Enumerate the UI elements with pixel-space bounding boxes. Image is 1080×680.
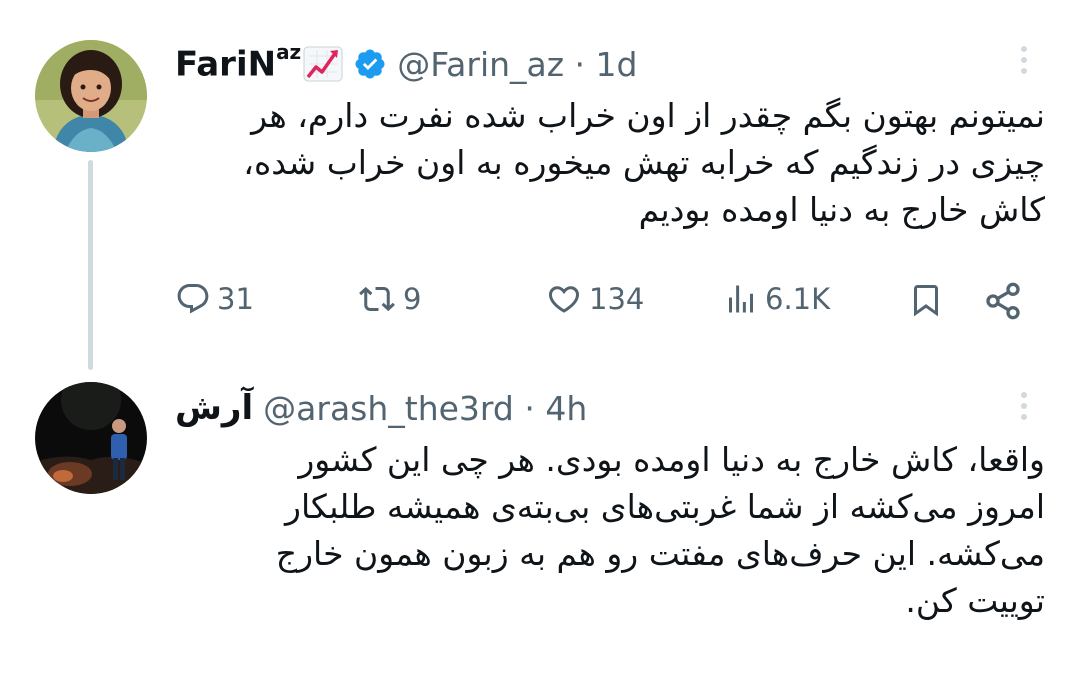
reply-icon	[175, 281, 211, 317]
tweet2-text: واقعا، کاش خارج به دنیا اومده بودی. هر چ…	[275, 440, 1045, 620]
avatar-arash[interactable]	[35, 382, 147, 494]
views-icon	[723, 281, 759, 317]
bookmark-button[interactable]	[908, 281, 944, 319]
more-icon[interactable]	[1014, 392, 1034, 420]
retweet-icon	[357, 281, 397, 317]
share-icon	[983, 281, 1023, 321]
like-button[interactable]: 134	[545, 281, 644, 317]
like-count: 134	[589, 282, 645, 316]
reply-button[interactable]: 31	[175, 281, 254, 317]
tweet1-actions: 31 9 134 6.1K	[175, 281, 1035, 331]
retweet-count: 9	[403, 282, 422, 316]
bookmark-icon	[908, 281, 944, 319]
display-name-arash[interactable]: آرش	[175, 388, 253, 428]
tweet1-header: FariNaz @Farin_az · 1d	[175, 40, 637, 86]
share-button[interactable]	[983, 281, 1023, 321]
handle-and-time[interactable]: @Farin_az · 1d	[397, 45, 637, 84]
tweet-reply[interactable]: آرش @arash_the3rd · 4h واقعا، کاش خارج ب…	[0, 370, 1080, 680]
tweet2-header: آرش @arash_the3rd · 4h	[175, 386, 587, 430]
chart-increasing-emoji	[303, 46, 343, 82]
retweet-button[interactable]: 9	[357, 281, 421, 317]
like-icon	[545, 281, 583, 317]
handle-and-time[interactable]: @arash_the3rd · 4h	[263, 389, 587, 428]
views-count: 6.1K	[765, 282, 831, 316]
more-icon[interactable]	[1014, 46, 1034, 74]
display-name-farin[interactable]: FariNaz	[175, 40, 301, 84]
views-button[interactable]: 6.1K	[723, 281, 830, 317]
avatar-farin[interactable]	[35, 40, 147, 152]
thread-connector	[88, 160, 93, 370]
reply-count: 31	[217, 282, 254, 316]
tweet-parent[interactable]: FariNaz @Farin_az · 1d نمیتونم بهتون بگم…	[0, 0, 1080, 370]
verified-badge-icon	[353, 47, 387, 81]
tweet1-text: نمیتونم بهتون بگم چقدر از اون خراب شده ن…	[243, 96, 1045, 229]
